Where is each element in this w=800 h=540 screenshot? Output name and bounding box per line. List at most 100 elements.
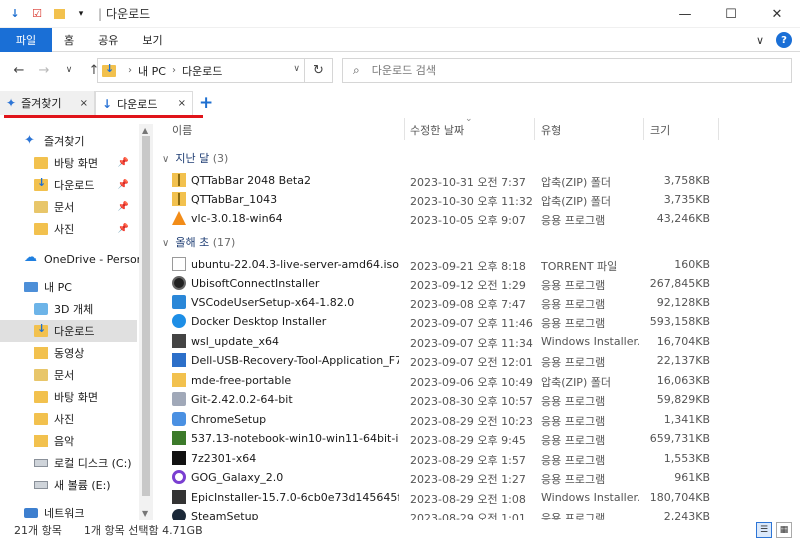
arrow-down-icon[interactable]: ↓	[7, 6, 23, 22]
table-row[interactable]: ChromeSetup 2023-08-29 오전 10:23 응용 프로그램 1,3…	[158, 410, 788, 429]
table-row[interactable]: wsl_update_x64 2023-09-07 오후 11:34 Windows…	[158, 332, 788, 351]
chevron-down-icon: ∨	[162, 238, 170, 249]
table-row[interactable]: Dell-USB-Recovery-Tool-Application_F7...…	[158, 351, 788, 370]
breadcrumb-chevron-icon: ›	[171, 65, 176, 76]
tab-favorites[interactable]: ✦ 즐겨찾기 ×	[0, 91, 95, 115]
address-bar[interactable]: › 내 PC › 다운로드 ∨ ↻	[97, 58, 333, 83]
column-divider[interactable]	[643, 118, 644, 140]
search-box[interactable]: ⌕	[342, 58, 792, 83]
table-row[interactable]: GOG_Galaxy_2.0 2023-08-29 오전 1:27 응용 프로그램 9…	[158, 468, 788, 487]
maximize-button[interactable]: ☐	[708, 0, 754, 28]
table-row[interactable]: SteamSetup 2023-08-29 오전 1:01 응용 프로그램 2,243…	[158, 507, 788, 520]
tab-downloads[interactable]: ↓ 다운로드 ×	[95, 91, 193, 115]
sidebar-item-pictures[interactable]: 사진	[34, 408, 74, 430]
sidebar-item-videos[interactable]: 동영상	[34, 342, 84, 364]
table-row[interactable]: VSCodeUserSetup-x64-1.82.0 2023-09-08 오후 …	[158, 293, 788, 312]
help-icon[interactable]: ?	[776, 32, 792, 48]
table-row[interactable]: vlc-3.0.18-win64 2023-10-05 오후 9:07 응용 프로그…	[158, 209, 788, 228]
sidebar-item-this-pc[interactable]: 내 PC	[24, 276, 72, 298]
table-row[interactable]: QTTabBar 2048 Beta2 2023-10-31 오전 7:37 압축(…	[158, 171, 788, 190]
sidebar-item-label: 즐겨찾기	[44, 135, 85, 148]
table-row[interactable]: 537.13-notebook-win10-win11-64bit-int...…	[158, 429, 788, 448]
sidebar-item-documents[interactable]: 문서	[34, 364, 74, 386]
pin-icon[interactable]: 📌	[118, 158, 129, 168]
sidebar-item-3d-objects[interactable]: 3D 개체	[34, 298, 93, 320]
table-row[interactable]: 7z2301-x64 2023-08-29 오후 1:57 응용 프로그램 1,553…	[158, 449, 788, 468]
chevron-down-icon[interactable]: ∨	[756, 34, 764, 47]
table-row[interactable]: QTTabBar_1043 2023-10-30 오후 11:32 압축(ZIP) …	[158, 190, 788, 209]
navigation-bar: ← → ∨ ↑ › 내 PC › 다운로드 ∨ ↻ ⌕	[0, 52, 800, 88]
tab-label: 다운로드	[117, 97, 158, 111]
sidebar-item-desktop-pc[interactable]: 바탕 화면	[34, 386, 98, 408]
recent-locations-button[interactable]: ∨	[58, 59, 80, 81]
file-name: UbisoftConnectInstaller	[191, 277, 320, 290]
group-header-last-month[interactable]: ∨ 지난 달 (3)	[162, 150, 228, 166]
sidebar-item-pictures-pinned[interactable]: 사진 📌	[34, 218, 137, 240]
search-input[interactable]	[371, 64, 772, 77]
file-name: Git-2.42.0.2-64-bit	[191, 393, 293, 406]
column-divider[interactable]	[718, 118, 719, 140]
column-header-size[interactable]: 크기	[650, 122, 670, 138]
scroll-down-icon[interactable]: ▼	[142, 509, 148, 518]
sidebar-item-favorites[interactable]: ✦ 즐겨찾기	[24, 130, 84, 152]
minimize-button[interactable]: —	[662, 0, 708, 28]
checklist-icon[interactable]: ☑	[29, 6, 45, 22]
tab-file[interactable]: 파일	[0, 27, 52, 52]
breadcrumb-downloads[interactable]: 다운로드	[182, 63, 222, 79]
table-row[interactable]: EpicInstaller-15.7.0-6cb0e73d145645f98..…	[158, 488, 788, 507]
scroll-up-icon[interactable]: ▲	[142, 126, 148, 135]
table-row[interactable]: ubuntu-22.04.3-live-server-amd64.iso.to.…	[158, 255, 788, 274]
pin-icon[interactable]: 📌	[118, 180, 129, 190]
forward-button[interactable]: →	[33, 59, 55, 81]
dropdown-icon[interactable]: ▾	[73, 6, 89, 22]
sidebar-item-network[interactable]: 네트워크	[24, 502, 84, 520]
sidebar-item-music[interactable]: 음악	[34, 430, 74, 452]
add-tab-button[interactable]: +	[199, 93, 213, 113]
breadcrumb-pc[interactable]: 내 PC	[138, 63, 166, 79]
close-button[interactable]: ✕	[754, 0, 800, 28]
details-view-icon[interactable]: ☰	[756, 522, 772, 538]
back-button[interactable]: ←	[8, 59, 30, 81]
tab-share[interactable]: 공유	[86, 32, 130, 48]
epic-icon	[172, 490, 186, 504]
table-row[interactable]: mde-free-portable 2023-09-06 오후 10:49 압축(Z…	[158, 371, 788, 390]
folder-icon[interactable]	[51, 6, 67, 22]
tab-view[interactable]: 보기	[130, 32, 174, 48]
file-date: 2023-08-30 오후 10:57	[410, 395, 533, 408]
table-row[interactable]: Git-2.42.0.2-64-bit 2023-08-30 오후 10:57 응용…	[158, 390, 788, 409]
file-date: 2023-10-05 오후 9:07	[410, 214, 526, 227]
sidebar-item-documents-pinned[interactable]: 문서 📌	[34, 196, 137, 218]
zip-folder-icon	[172, 173, 186, 187]
table-row[interactable]: UbisoftConnectInstaller 2023-09-12 오전 1:2…	[158, 274, 788, 293]
column-header-name[interactable]: 이름	[172, 122, 192, 138]
sidebar-item-desktop[interactable]: 바탕 화면 📌	[34, 152, 137, 174]
sidebar-item-downloads-pinned[interactable]: 다운로드 📌	[34, 174, 137, 196]
group-title: 올해 초	[175, 236, 210, 249]
sidebar-item-onedrive[interactable]: ☁ OneDrive - Persona	[24, 248, 150, 270]
column-divider[interactable]	[404, 118, 405, 140]
column-divider[interactable]	[534, 118, 535, 140]
scrollbar-thumb[interactable]	[142, 136, 150, 496]
column-header-date[interactable]: 수정한 날짜	[410, 122, 464, 138]
table-row[interactable]: Docker Desktop Installer 2023-09-07 오후 11…	[158, 312, 788, 331]
sidebar-item-downloads[interactable]: 다운로드	[0, 320, 137, 342]
refresh-button[interactable]: ↻	[304, 59, 332, 82]
nvidia-icon	[172, 431, 186, 445]
tab-home[interactable]: 홈	[52, 32, 86, 48]
pin-icon[interactable]: 📌	[118, 224, 129, 234]
folder-icon	[34, 391, 48, 403]
sidebar-scrollbar[interactable]: ▲ ▼	[139, 124, 153, 520]
tab-close-button[interactable]: ×	[178, 98, 186, 109]
tab-close-button[interactable]: ×	[80, 98, 88, 109]
sidebar-item-drive-e[interactable]: 새 볼륨 (E:)	[34, 474, 111, 496]
sidebar-item-drive-c[interactable]: 로컬 디스크 (C:)	[34, 452, 132, 474]
vlc-icon	[172, 211, 186, 225]
download-folder-icon	[102, 62, 116, 77]
large-icons-view-icon[interactable]: ▦	[776, 522, 792, 538]
file-size: 16,063KB	[656, 374, 710, 387]
sidebar-item-label: 새 볼륨 (E:)	[54, 479, 111, 492]
column-header-type[interactable]: 유형	[541, 122, 561, 138]
group-header-earlier-this-year[interactable]: ∨ 올해 초 (17)	[162, 234, 235, 250]
pin-icon[interactable]: 📌	[118, 202, 129, 212]
address-dropdown-icon[interactable]: ∨	[293, 64, 300, 74]
